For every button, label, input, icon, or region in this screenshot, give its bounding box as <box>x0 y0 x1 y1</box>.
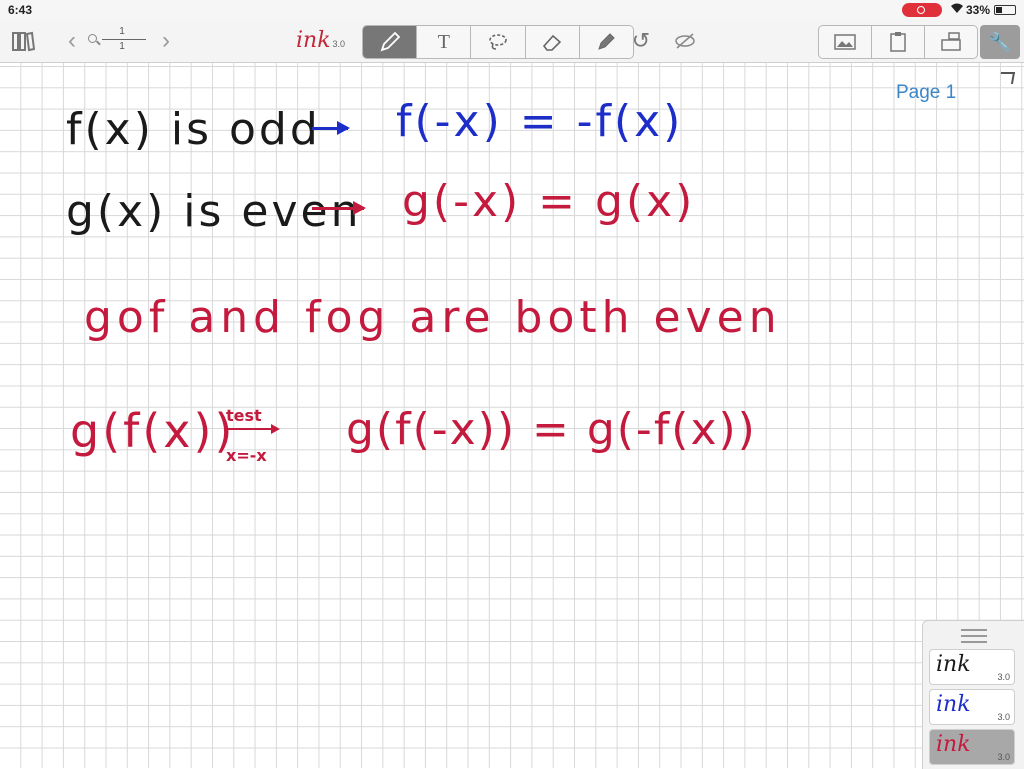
arrow-2 <box>312 201 366 215</box>
logo-word: ink <box>296 28 331 53</box>
pen-icon <box>380 31 400 52</box>
handwriting-line-2-left: g(x) is even <box>66 186 362 237</box>
pen-presets-panel: ink 3.0 ink 3.0 ink 3.0 <box>922 620 1024 769</box>
highlighter-icon <box>598 33 616 50</box>
drag-handle-icon[interactable] <box>961 629 987 643</box>
eye-slash-icon <box>675 33 695 49</box>
battery-icon <box>994 5 1016 15</box>
pen-preset-word: ink <box>936 692 971 717</box>
handwriting-line-3: gof and fog are both even <box>84 292 782 343</box>
tool-group: T <box>362 25 634 59</box>
insert-button[interactable] <box>925 26 977 58</box>
search-icon <box>88 34 97 43</box>
handwriting-line-2-right: g(-x) = g(x) <box>402 176 696 227</box>
insert-tool-group <box>818 25 978 59</box>
hide-annotations-button[interactable] <box>672 28 698 54</box>
library-button[interactable] <box>10 29 36 53</box>
text-icon: T <box>437 30 450 53</box>
eraser-icon <box>543 34 562 51</box>
pen-preset-black[interactable]: ink 3.0 <box>929 649 1015 685</box>
pen-preset-red[interactable]: ink 3.0 <box>929 729 1015 765</box>
pen-preset-version: 3.0 <box>997 672 1010 682</box>
text-tool[interactable]: T <box>417 26 472 58</box>
page-label: Page 1 <box>896 82 957 103</box>
page-divider <box>102 39 146 40</box>
clipboard-button[interactable] <box>872 26 925 58</box>
chevron-right-icon: › <box>162 27 170 54</box>
logo-version: 3.0 <box>332 39 346 49</box>
eraser-tool[interactable] <box>526 26 580 58</box>
lasso-tool[interactable] <box>471 26 526 58</box>
undo-button[interactable]: ↺ <box>628 28 654 54</box>
wrench-icon: 🔧 <box>988 31 1012 52</box>
previous-page-button[interactable]: ‹ <box>62 27 82 54</box>
arrow-3 <box>226 424 280 434</box>
pen-preset-word: ink <box>936 652 971 677</box>
lasso-icon <box>489 34 507 50</box>
highlighter-tool[interactable] <box>580 26 633 58</box>
handwriting-line-4-right: g(f(-x)) = g(-f(x)) <box>346 404 757 455</box>
battery-percent: 33% <box>966 3 991 17</box>
page-curl-icon[interactable] <box>998 72 1016 84</box>
next-page-button[interactable]: › <box>156 27 176 54</box>
pen-tool[interactable] <box>363 26 418 58</box>
annotation-substitution: x=-x <box>226 446 267 465</box>
total-pages: 1 <box>119 41 125 52</box>
page-indicator[interactable]: 1 1 <box>88 24 150 58</box>
pen-preset-version: 3.0 <box>997 712 1010 722</box>
current-page: 1 <box>119 26 125 37</box>
image-button[interactable] <box>819 26 872 58</box>
undo-icon: ↺ <box>631 28 651 53</box>
annotation-test: test <box>226 406 262 425</box>
wifi-icon <box>950 2 964 17</box>
chevron-left-icon: ‹ <box>68 27 76 54</box>
status-bar: 6:43 33% <box>0 0 1024 20</box>
library-icon <box>12 31 35 52</box>
pen-preset-version: 3.0 <box>997 752 1010 762</box>
settings-button[interactable]: 🔧 <box>980 25 1020 59</box>
clock: 6:43 <box>8 3 33 17</box>
pen-preset-word: ink <box>936 732 971 757</box>
recording-indicator-icon <box>902 3 942 17</box>
toolbar: ‹ 1 1 › ink 3.0 T ↺ 🔧 <box>0 20 1024 63</box>
insert-icon <box>941 32 961 51</box>
handwriting-line-1-right: f(-x) = -f(x) <box>396 96 684 147</box>
clipboard-icon <box>890 32 906 52</box>
image-icon <box>834 34 856 50</box>
pen-preset-blue[interactable]: ink 3.0 <box>929 689 1015 725</box>
app-logo: ink 3.0 <box>296 28 345 53</box>
handwriting-line-4-left: g(f(x)) <box>70 404 236 458</box>
arrow-1 <box>312 121 350 135</box>
handwriting-line-1-left: f(x) is odd <box>66 104 321 155</box>
